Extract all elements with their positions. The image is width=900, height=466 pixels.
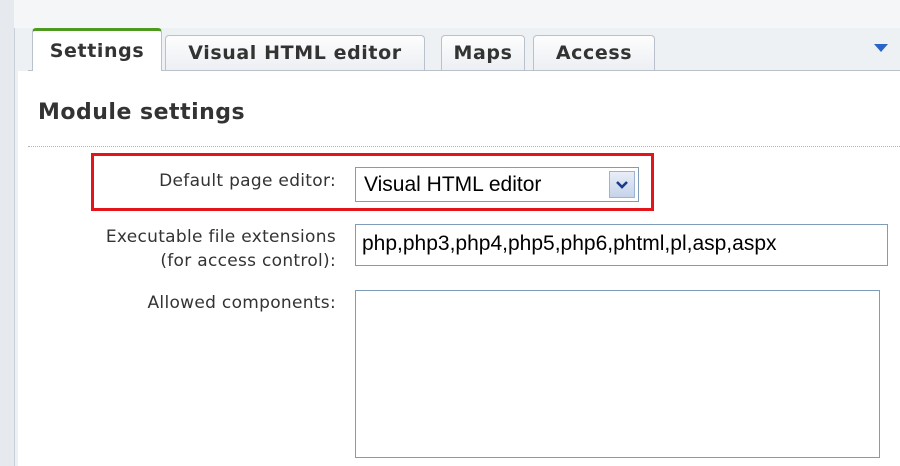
allowed-components-label: Allowed components: xyxy=(147,293,336,313)
tab-maps-label: Maps xyxy=(453,42,513,64)
tabs-menu-dropdown-icon[interactable] xyxy=(874,44,888,52)
tab-settings[interactable]: Settings xyxy=(32,28,162,71)
tab-access[interactable]: Access xyxy=(533,35,655,70)
window-frame: Settings Visual HTML editor Maps Access … xyxy=(0,0,900,466)
extensions-input[interactable]: php,php3,php4,php5,php6,phtml,pl,asp,asp… xyxy=(355,224,888,266)
tab-maps[interactable]: Maps xyxy=(441,35,525,70)
allowed-components-textarea[interactable] xyxy=(355,290,880,458)
tab-visual-html-editor-label: Visual HTML editor xyxy=(188,42,402,64)
tab-settings-label: Settings xyxy=(49,40,145,62)
extensions-label-line2: (for access control): xyxy=(160,251,336,271)
extensions-label: Executable file extensions (for access c… xyxy=(30,225,336,273)
section-divider xyxy=(28,146,900,147)
highlight-box xyxy=(91,153,654,211)
tab-access-label: Access xyxy=(555,42,633,64)
extensions-label-line1: Executable file extensions xyxy=(105,227,336,247)
tab-visual-html-editor[interactable]: Visual HTML editor xyxy=(165,35,425,70)
section-title: Module settings xyxy=(38,100,246,125)
top-band xyxy=(14,0,900,28)
left-border xyxy=(0,0,15,466)
